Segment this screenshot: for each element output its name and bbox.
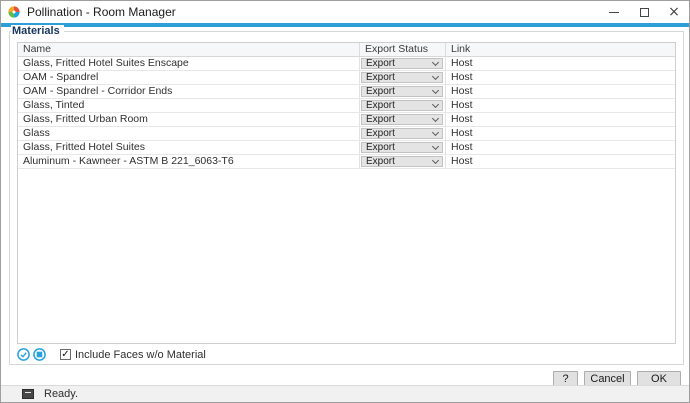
export-status-value: Export [366,114,395,125]
column-header-link: Link [446,43,675,56]
cell-export-status: Export [360,85,446,98]
chevron-down-icon [432,156,439,163]
close-icon: × [668,7,680,17]
export-status-dropdown[interactable]: Export [361,72,443,83]
cell-link: Host [446,155,675,168]
select-all-icon[interactable] [17,348,30,361]
cell-export-status: Export [360,57,446,70]
status-text: Ready. [44,388,78,400]
cell-export-status: Export [360,71,446,84]
export-status-value: Export [366,72,395,83]
table-row[interactable]: OAM - Spandrel Export Host [18,71,675,85]
checkmark-icon: ✓ [61,350,69,360]
export-status-dropdown[interactable]: Export [361,156,443,167]
export-status-value: Export [366,142,395,153]
titlebar: Pollination - Room Manager × [1,1,689,23]
cell-name: OAM - Spandrel [18,71,360,84]
cell-link: Host [446,127,675,140]
export-status-dropdown[interactable]: Export [361,128,443,139]
export-status-value: Export [366,86,395,97]
export-status-dropdown[interactable]: Export [361,86,443,97]
export-status-dropdown[interactable]: Export [361,114,443,125]
table-row[interactable]: Glass Export Host [18,127,675,141]
console-icon [22,389,34,399]
export-status-value: Export [366,100,395,111]
cell-name: Glass, Fritted Hotel Suites Enscape [18,57,360,70]
cell-link: Host [446,113,675,126]
table-row[interactable]: Aluminum - Kawneer - ASTM B 221_6063-T6 … [18,155,675,169]
accent-bar [1,23,689,27]
maximize-button[interactable] [629,1,659,23]
pollination-logo-icon [7,5,21,19]
export-status-dropdown[interactable]: Export [361,58,443,69]
chevron-down-icon [432,100,439,107]
chevron-down-icon [432,128,439,135]
window-controls: × [599,1,689,23]
room-manager-window: Pollination - Room Manager × Materials N… [0,0,690,403]
table-row[interactable]: Glass, Fritted Hotel Suites Enscape Expo… [18,57,675,71]
cell-link: Host [446,71,675,84]
cell-export-status: Export [360,113,446,126]
close-button[interactable]: × [659,1,689,23]
table-row[interactable]: Glass, Fritted Urban Room Export Host [18,113,675,127]
chevron-down-icon [432,58,439,65]
chevron-down-icon [432,142,439,149]
status-bar: Ready. [1,385,689,402]
minimize-icon [609,12,619,13]
table-row[interactable]: OAM - Spandrel - Corridor Ends Export Ho… [18,85,675,99]
maximize-icon [640,8,649,17]
cell-name: Glass, Tinted [18,99,360,112]
column-header-name: Name [18,43,360,56]
table-body: Glass, Fritted Hotel Suites Enscape Expo… [18,57,675,169]
export-status-dropdown[interactable]: Export [361,100,443,111]
table-row[interactable]: Glass, Fritted Hotel Suites Export Host [18,141,675,155]
table-row[interactable]: Glass, Tinted Export Host [18,99,675,113]
table-footer: ✓ Include Faces w/o Material [17,347,206,362]
minimize-button[interactable] [599,1,629,23]
cell-export-status: Export [360,155,446,168]
cell-name: Glass, Fritted Hotel Suites [18,141,360,154]
cell-name: Glass [18,127,360,140]
column-header-export-status: Export Status [360,43,446,56]
include-faces-label: Include Faces w/o Material [75,349,206,361]
materials-group-title: Materials [11,25,64,37]
cell-link: Host [446,85,675,98]
window-title: Pollination - Room Manager [27,5,176,19]
export-status-value: Export [366,58,395,69]
chevron-down-icon [432,72,439,79]
cell-name: Glass, Fritted Urban Room [18,113,360,126]
cell-export-status: Export [360,99,446,112]
table-header: Name Export Status Link [18,43,675,57]
export-status-value: Export [366,156,395,167]
materials-table: Name Export Status Link Glass, Fritted H… [17,42,676,344]
export-status-value: Export [366,128,395,139]
cell-link: Host [446,141,675,154]
include-faces-checkbox[interactable]: ✓ [60,349,71,360]
cell-export-status: Export [360,127,446,140]
materials-group: Materials Name Export Status Link Glass,… [9,31,684,365]
chevron-down-icon [432,86,439,93]
cell-name: Aluminum - Kawneer - ASTM B 221_6063-T6 [18,155,360,168]
export-status-dropdown[interactable]: Export [361,142,443,153]
deselect-all-icon[interactable] [33,348,46,361]
chevron-down-icon [432,114,439,121]
cell-link: Host [446,99,675,112]
cell-export-status: Export [360,141,446,154]
cell-link: Host [446,57,675,70]
cell-name: OAM - Spandrel - Corridor Ends [18,85,360,98]
